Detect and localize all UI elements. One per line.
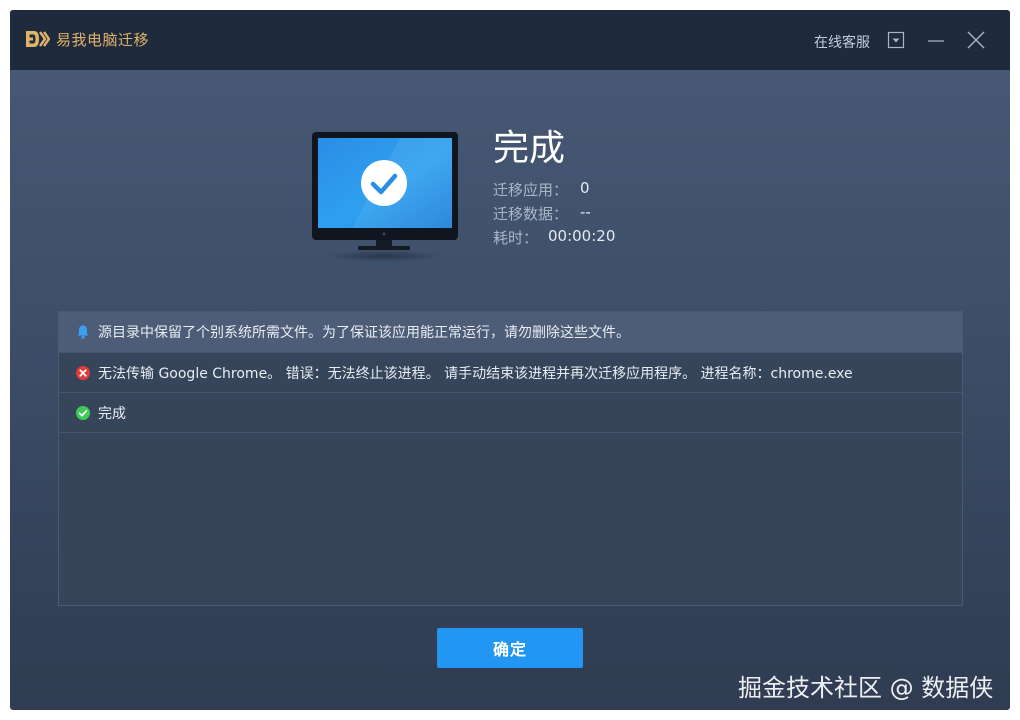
app-title: 易我电脑迁移 — [56, 31, 150, 49]
log-item-error: 无法传输 Google Chrome。 错误：无法终止该进程。 请手动结束该进程… — [59, 353, 962, 393]
monitor-check-icon — [312, 132, 460, 262]
stat-value: -- — [580, 203, 591, 221]
stat-value: 00:00:20 — [548, 227, 616, 245]
log-text: 源目录中保留了个别系统所需文件。为了保证该应用能正常运行，请勿删除这些文件。 — [98, 325, 630, 341]
error-icon — [75, 365, 91, 381]
log-list[interactable]: 源目录中保留了个别系统所需文件。为了保证该应用能正常运行，请勿删除这些文件。 无… — [58, 311, 963, 606]
stat-migrated-data: 迁移数据： -- — [493, 203, 591, 224]
bell-icon — [75, 324, 91, 340]
log-item-info: 源目录中保留了个别系统所需文件。为了保证该应用能正常运行，请勿删除这些文件。 — [59, 312, 962, 353]
stat-label: 耗时： — [493, 229, 539, 247]
stat-label: 迁移数据： — [493, 205, 569, 223]
app-window: 易我电脑迁移 在线客服 完成 迁移应用： 0 迁移数据： -- 耗时： 00:0… — [10, 10, 1010, 710]
log-text: 无法传输 Google Chrome。 错误：无法终止该进程。 请手动结束该进程… — [98, 365, 853, 382]
log-item-success: 完成 — [59, 393, 962, 433]
stat-label: 迁移应用： — [493, 181, 569, 199]
watermark: 掘金技术社区 @ 数据侠 — [738, 674, 994, 702]
result-title: 完成 — [493, 128, 566, 169]
dropdown-menu-button[interactable] — [886, 30, 906, 50]
app-logo-icon — [24, 28, 51, 50]
online-support-link[interactable]: 在线客服 — [814, 32, 870, 52]
minimize-button[interactable] — [926, 30, 946, 50]
log-text: 完成 — [98, 405, 126, 422]
confirm-button[interactable]: 确定 — [437, 628, 583, 668]
stat-migrated-apps: 迁移应用： 0 — [493, 179, 590, 200]
stat-elapsed-time: 耗时： 00:00:20 — [493, 227, 615, 248]
close-button[interactable] — [966, 30, 986, 50]
stat-value: 0 — [580, 179, 590, 197]
check-circle-icon — [75, 405, 91, 421]
title-bar: 易我电脑迁移 在线客服 — [10, 10, 1010, 70]
